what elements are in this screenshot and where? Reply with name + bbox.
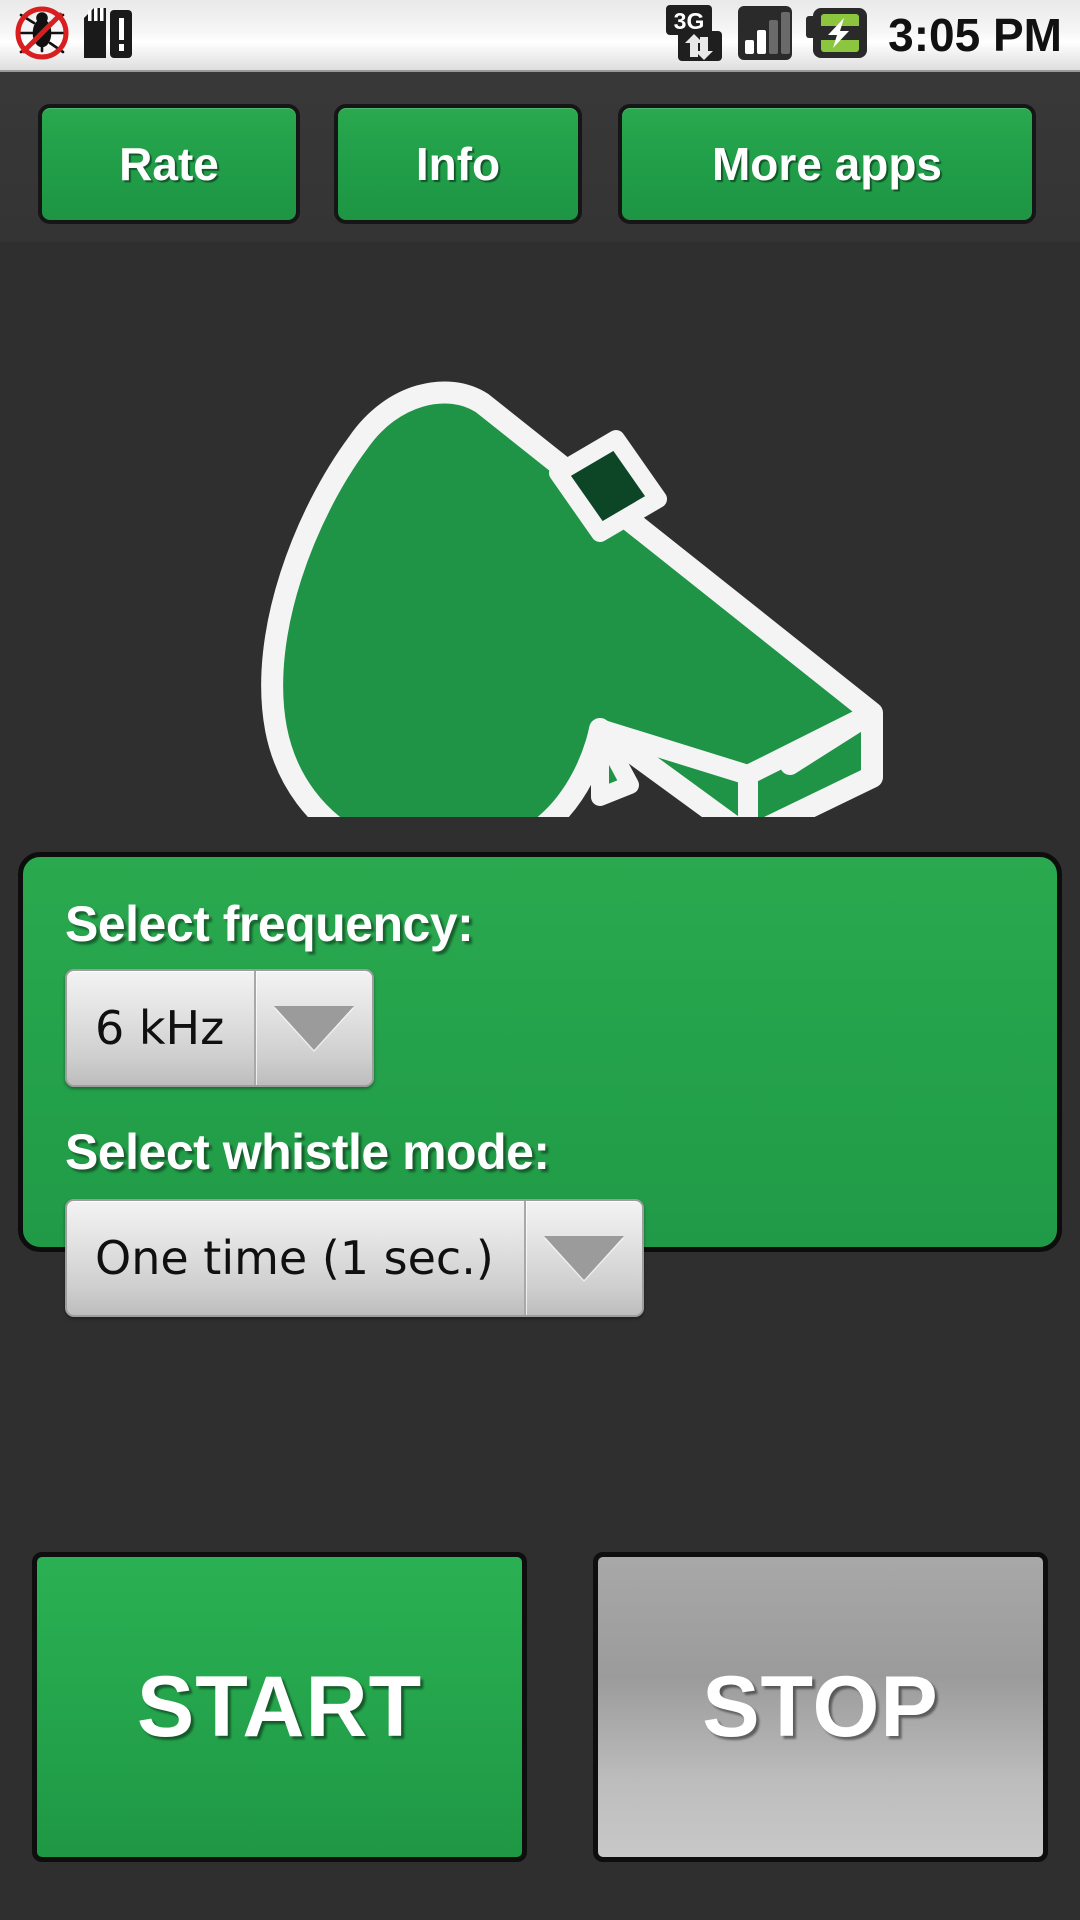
more-apps-button-label: More apps bbox=[711, 138, 943, 190]
info-button-label: Info bbox=[415, 138, 501, 190]
frequency-spinner-arrow[interactable] bbox=[254, 971, 372, 1085]
whistle-logo-area bbox=[0, 242, 1080, 852]
frequency-spinner[interactable]: 6 kHz bbox=[65, 969, 375, 1087]
status-bar-left-icons bbox=[0, 4, 136, 67]
svg-text:3G: 3G bbox=[674, 8, 705, 34]
signal-bars-icon bbox=[736, 4, 794, 67]
rate-button-label: Rate bbox=[119, 138, 219, 190]
no-bug-icon bbox=[14, 4, 70, 67]
info-button[interactable]: Info bbox=[334, 104, 582, 224]
top-button-bar: Rate Info More apps bbox=[0, 72, 1080, 242]
chevron-down-icon bbox=[543, 1236, 624, 1280]
more-apps-button[interactable]: More apps bbox=[618, 104, 1036, 224]
whistle-mode-spinner-arrow[interactable] bbox=[523, 1201, 642, 1315]
start-button[interactable]: START bbox=[32, 1552, 527, 1862]
chevron-down-icon bbox=[274, 1006, 355, 1050]
network-3g-icon: 3G bbox=[664, 3, 726, 68]
settings-panel: Select frequency: 6 kHz Select whistle m… bbox=[18, 852, 1062, 1317]
frequency-spinner-value: 6 kHz bbox=[95, 1001, 225, 1055]
stop-button-label: STOP bbox=[702, 1658, 939, 1755]
whistle-mode-spinner-value: One time (1 sec.) bbox=[95, 1231, 494, 1285]
frequency-label: Select frequency: bbox=[65, 896, 474, 952]
sdcard-warning-icon bbox=[80, 4, 136, 67]
status-bar-clock: 3:05 PM bbox=[888, 9, 1062, 61]
action-button-row: START STOP bbox=[0, 1540, 1080, 1920]
whistle-logo bbox=[261, 381, 883, 817]
status-bar[interactable]: 3G 3:05 PM bbox=[0, 0, 1080, 72]
whistle-mode-spinner[interactable]: One time (1 sec.) bbox=[65, 1199, 644, 1317]
rate-button[interactable]: Rate bbox=[38, 104, 300, 224]
stop-button[interactable]: STOP bbox=[593, 1552, 1048, 1862]
start-button-label: START bbox=[136, 1658, 423, 1755]
status-bar-right-icons: 3G 3:05 PM bbox=[664, 3, 1080, 68]
battery-charging-icon bbox=[804, 4, 870, 67]
whistle-mode-label: Select whistle mode: bbox=[65, 1124, 550, 1180]
